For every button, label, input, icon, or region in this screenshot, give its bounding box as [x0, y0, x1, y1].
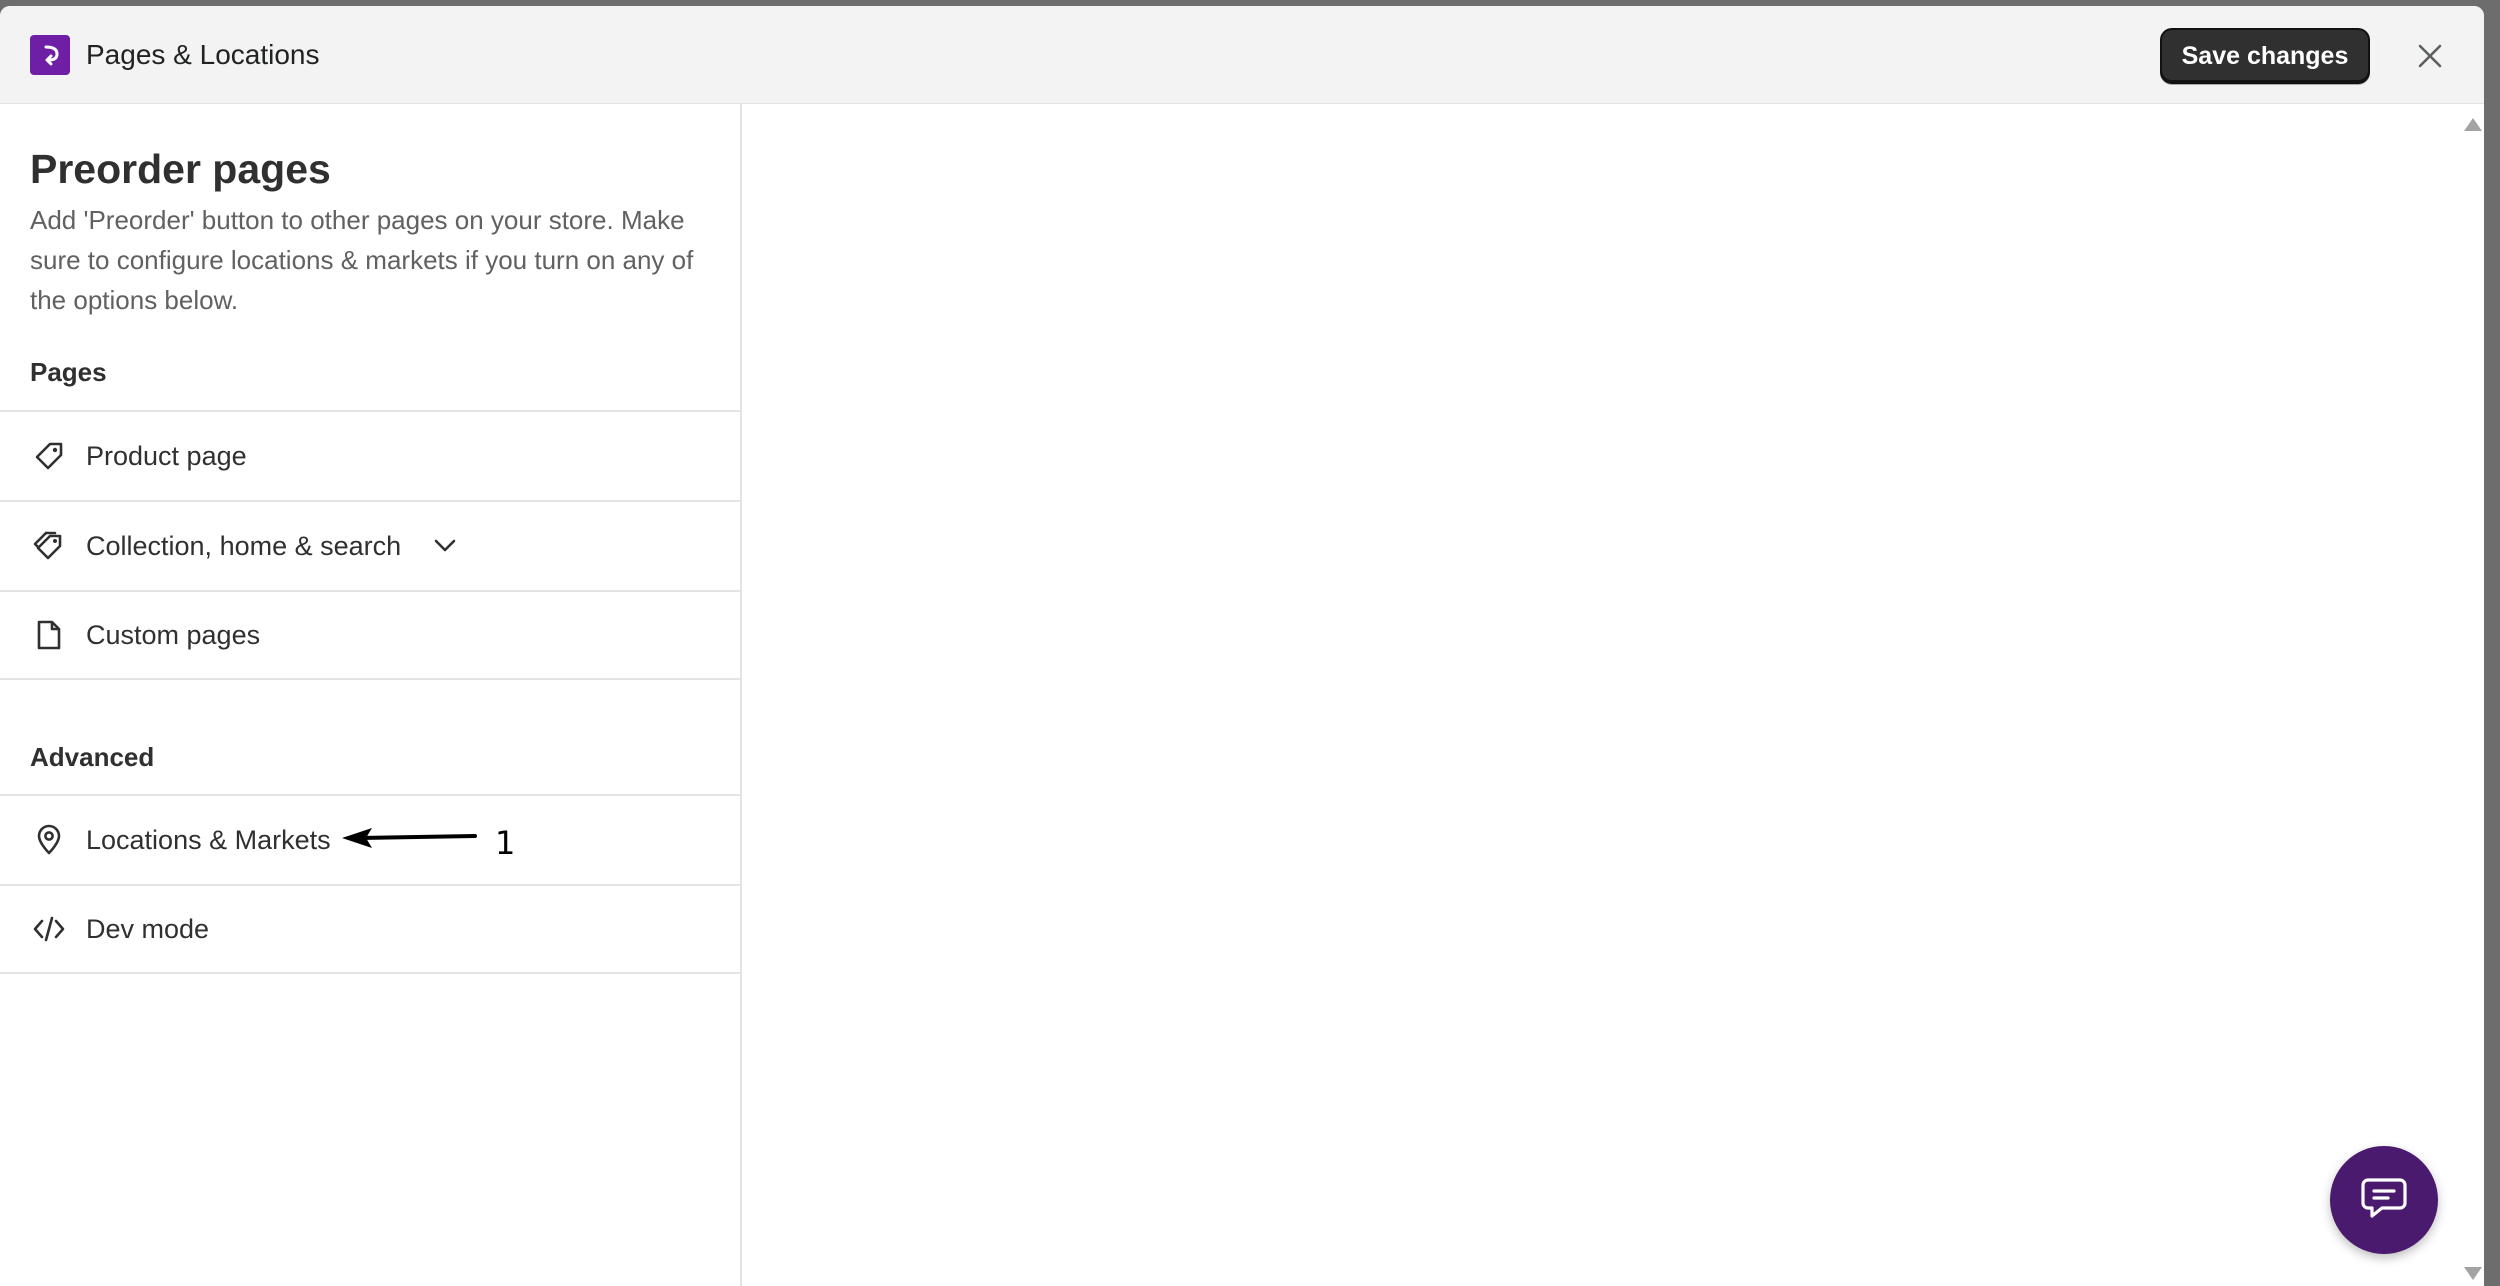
sidebar-item-label: Dev mode — [86, 913, 210, 944]
sidebar-item-collection-home-search[interactable]: Collection, home & search — [0, 500, 740, 590]
app-logo-icon — [30, 35, 70, 75]
title-bar: Pages & Locations Save changes — [0, 6, 2484, 104]
scroll-up-arrow-icon[interactable] — [2464, 118, 2482, 131]
annotation-arrow-icon — [340, 822, 480, 857]
modal-window: Pages & Locations Save changes Preorder … — [0, 6, 2484, 1286]
window-title: Pages & Locations — [86, 39, 320, 70]
page-icon — [32, 618, 66, 652]
close-icon[interactable] — [2410, 36, 2450, 76]
page-heading: Preorder pages — [30, 146, 331, 192]
sidebar-item-label: Custom pages — [86, 619, 261, 650]
location-pin-icon — [32, 823, 66, 857]
sidebar-item-label: Collection, home & search — [86, 530, 402, 561]
scroll-down-arrow-icon[interactable] — [2464, 1267, 2482, 1280]
section-title-pages: Pages — [30, 357, 107, 387]
chat-icon — [2360, 1176, 2408, 1225]
sidebar-item-label: Locations & Markets — [86, 824, 331, 855]
sidebar-item-custom-pages[interactable]: Custom pages — [0, 590, 740, 680]
content-pane — [744, 104, 2460, 1286]
sidebar-item-product-page[interactable]: Product page — [0, 410, 740, 500]
page-description: Add 'Preorder' button to other pages on … — [30, 205, 694, 315]
section-title-advanced: Advanced — [30, 742, 155, 772]
sidebar: Preorder pages Add 'Preorder' button to … — [0, 104, 742, 1286]
tags-icon — [32, 529, 66, 563]
chevron-down-icon[interactable] — [432, 533, 458, 559]
chat-support-button[interactable] — [2330, 1146, 2438, 1254]
scrollbar[interactable] — [2460, 104, 2484, 1286]
sidebar-item-label: Product page — [86, 440, 247, 471]
annotation-number: 1 — [495, 824, 516, 862]
sidebar-item-dev-mode[interactable]: Dev mode — [0, 884, 740, 974]
code-icon — [32, 912, 66, 946]
tag-icon — [32, 439, 66, 473]
save-changes-button[interactable]: Save changes — [2160, 28, 2370, 84]
